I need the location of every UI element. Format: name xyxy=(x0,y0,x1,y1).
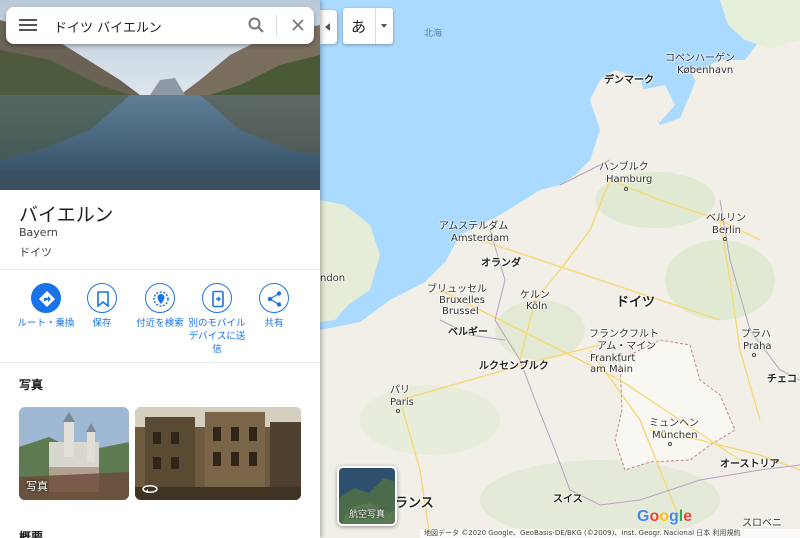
map-attribution: 地図データ ©2020 Google、GeoBasis-DE/BKG (©200… xyxy=(420,529,800,538)
place-title: バイエルン xyxy=(19,204,114,226)
google-logo-text: Google xyxy=(637,508,693,525)
save-label: 保存 xyxy=(92,318,112,329)
label-brussels-ja: ブリュッセル xyxy=(427,284,487,295)
label-copenhagen: København xyxy=(677,65,734,76)
label-north-sea: 北海 xyxy=(424,29,443,39)
nearby-icon xyxy=(145,283,175,313)
city-dot-prague xyxy=(752,353,756,357)
search-divider xyxy=(276,15,277,37)
city-dot-berlin xyxy=(723,237,727,241)
label-frankfurt-1: Frankfurt xyxy=(590,353,636,364)
label-cologne: Köln xyxy=(526,301,548,312)
label-amsterdam-ja: アムステルダム xyxy=(439,221,509,232)
directions-button[interactable]: ルート・乗換 xyxy=(16,283,76,330)
save-button[interactable]: 保存 xyxy=(72,283,132,330)
label-hamburg-ja: ハンブルク xyxy=(599,162,649,173)
send-to-phone-label: 別のモバイルデバイスに送信 xyxy=(188,318,246,355)
photo-thumbnail[interactable]: 写真 xyxy=(19,407,129,500)
label-copenhagen-ja: コペンハーゲン xyxy=(665,53,735,64)
overview-heading: 概要 xyxy=(19,530,44,538)
panorama-360-icon xyxy=(142,485,158,493)
label-hamburg: Hamburg xyxy=(606,174,653,185)
label-paris-ja: パリ xyxy=(390,385,410,396)
place-country: ドイツ xyxy=(19,246,52,259)
label-switzerland: スイス xyxy=(553,494,583,505)
label-germany: ドイツ xyxy=(616,295,656,310)
input-tools-control: あ xyxy=(343,8,393,44)
search-input[interactable] xyxy=(54,16,234,36)
label-berlin: Berlin xyxy=(712,225,742,236)
google-logo: Google xyxy=(637,508,692,526)
label-brussels-nl: Brussel xyxy=(442,306,479,317)
label-brussels-fr: Bruxelles xyxy=(439,295,485,306)
label-netherlands: オランダ xyxy=(481,258,521,269)
label-cologne-ja: ケルン xyxy=(520,290,550,301)
label-frankfurt-ja-1: フランクフルト xyxy=(589,329,659,340)
town-hall-photo xyxy=(135,407,301,500)
label-munich-ja: ミュンヘン xyxy=(649,418,699,429)
nearby-label: 付近を検索 xyxy=(136,318,184,329)
label-amsterdam: Amsterdam xyxy=(451,233,510,244)
label-slovenia: スロベニ xyxy=(742,518,782,529)
nearby-button[interactable]: 付近を検索 xyxy=(130,283,190,330)
collapse-panel-button[interactable] xyxy=(320,10,337,44)
divider xyxy=(0,269,320,270)
label-prague: Praha xyxy=(743,341,772,352)
satellite-toggle[interactable]: 航空写真 xyxy=(337,466,397,526)
menu-icon[interactable] xyxy=(18,16,38,34)
city-dot-munich xyxy=(668,442,672,446)
directions-icon xyxy=(31,283,61,313)
share-icon xyxy=(259,283,289,313)
photo-label: 写真 xyxy=(26,480,48,493)
share-label: 共有 xyxy=(264,318,284,329)
label-berlin-ja: ベルリン xyxy=(706,213,746,224)
label-london: ndon xyxy=(320,273,346,284)
chevron-down-icon[interactable] xyxy=(381,24,387,28)
bookmark-icon xyxy=(87,283,117,313)
photos-heading: 写真 xyxy=(19,378,44,392)
label-belgium: ベルギー xyxy=(448,327,488,338)
caret-left-icon xyxy=(325,23,330,31)
label-luxembourg: ルクセンブルク xyxy=(479,361,549,372)
directions-label: ルート・乗換 xyxy=(17,318,75,329)
send-to-phone-button[interactable]: 別のモバイルデバイスに送信 xyxy=(187,283,247,356)
label-munich: München xyxy=(652,430,698,441)
place-subtitle: Bayern xyxy=(19,226,58,239)
photo-thumbnail-360[interactable] xyxy=(135,407,301,500)
label-frankfurt-2: am Main xyxy=(590,364,633,375)
label-france: ランス xyxy=(395,496,434,511)
city-dot-paris xyxy=(396,409,400,413)
label-denmark: デンマーク xyxy=(604,75,654,86)
input-tools-button[interactable]: あ xyxy=(351,16,366,37)
send-to-phone-icon xyxy=(202,283,232,313)
city-dot-hamburg xyxy=(624,187,628,191)
satellite-label: 航空写真 xyxy=(348,510,385,520)
label-austria: オーストリア xyxy=(720,459,780,470)
label-prague-ja: プラハ xyxy=(741,329,771,340)
search-box xyxy=(6,7,314,44)
close-icon[interactable] xyxy=(290,17,306,33)
label-frankfurt-ja-2: アム・マイン xyxy=(597,341,657,352)
label-paris: Paris xyxy=(390,397,414,408)
label-czech: チェコ xyxy=(767,374,797,385)
input-tools-divider xyxy=(375,8,376,44)
divider xyxy=(0,362,320,363)
share-button[interactable]: 共有 xyxy=(244,283,304,330)
place-panel: バイエルン Bayern ドイツ ルート・乗換 保存 付近を検索 別のモバイルデ… xyxy=(0,0,320,538)
search-icon[interactable] xyxy=(247,16,265,34)
